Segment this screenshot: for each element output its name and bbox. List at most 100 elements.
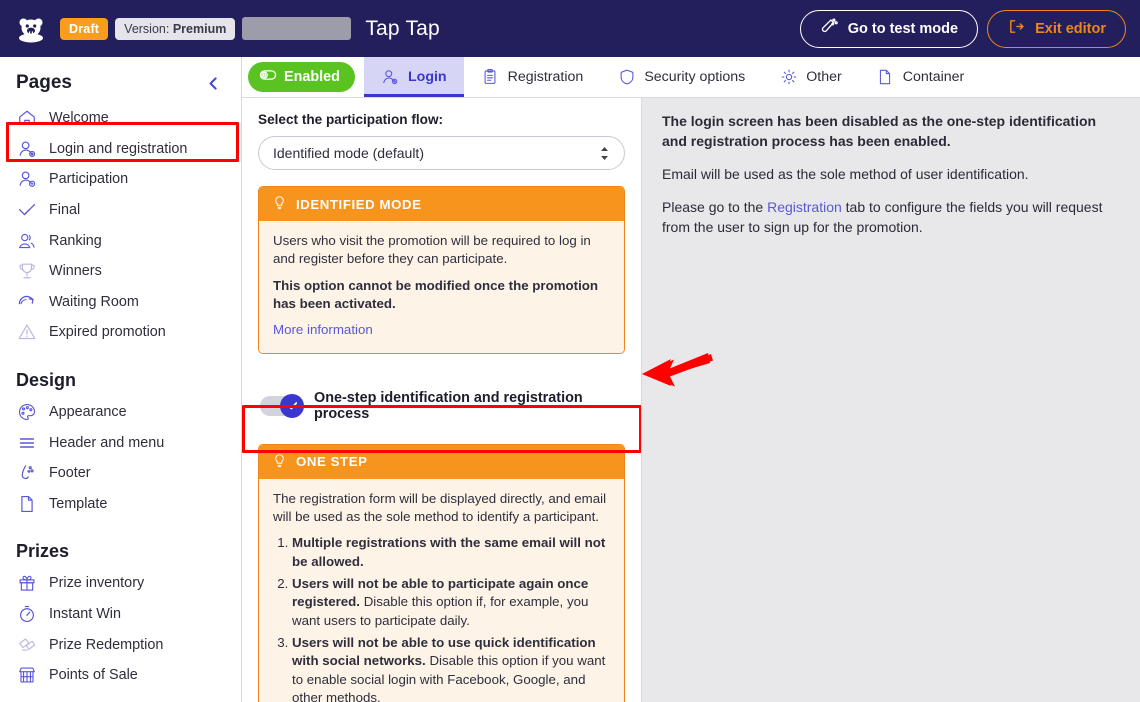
one-step-card: ONE STEP The registration form will be d… [258,443,625,702]
go-to-test-mode-label: Go to test mode [847,20,959,37]
sidebar-item-login-and-registration[interactable]: Login and registration [0,134,241,165]
sidebar-item-label: Ranking [49,232,102,249]
top-bar-actions: Go to test mode Exit editor [799,9,1126,48]
ranking-icon [16,230,38,252]
design-group-title: Design [16,369,77,390]
preview-line-3: Please go to the Registration tab to con… [662,198,1120,238]
sidebar-item-waiting-room[interactable]: Waiting Room [0,287,241,318]
tab-bar: Enabled Login Registration Security opti… [242,57,1140,98]
list-item-bold: Multiple registrations with the same ema… [292,535,606,569]
sidebar-item-label: Footer [49,465,91,482]
sidebar-item-label: Winners [49,263,102,280]
trophy-icon [16,260,38,282]
ticket-icon [16,634,38,656]
sidebar-item-appearance[interactable]: Appearance [0,397,241,428]
app-root: Draft Version: Premium Tap Tap Go to tes… [0,0,1140,702]
logout-icon [1007,17,1026,40]
sidebar-item-header-and-menu[interactable]: Header and menu [0,427,241,458]
sidebar-item-template[interactable]: Template [0,489,241,520]
exit-editor-label: Exit editor [1035,20,1106,37]
sidebar-item-points-of-sale[interactable]: Points of Sale [0,660,241,691]
preview-info-pane: The login screen has been disabled as th… [642,98,1140,702]
user-login-icon [381,68,400,87]
sidebar-header: Pages [0,71,241,95]
tab-login[interactable]: Login [363,57,464,97]
sidebar-item-label: Prize inventory [49,575,145,592]
hidden-name-field[interactable] [242,17,352,40]
toggle-knob [280,393,304,418]
more-information-link[interactable]: More information [273,322,373,337]
one-step-toggle-switch[interactable] [260,393,304,418]
check-icon [16,199,38,221]
one-step-list: Multiple registrations with the same ema… [292,534,610,702]
sidebar-item-welcome[interactable]: Welcome [0,103,241,134]
sidebar-item-label: Welcome [49,110,109,127]
sidebar: Pages Welcome Login and registration Par… [0,57,242,702]
sidebar-item-label: Prize Redemption [49,636,164,653]
sidebar-item-prize-inventory[interactable]: Prize inventory [0,568,241,599]
preview-line-2: Email will be used as the sole method of… [662,165,1029,182]
tab-label: Login [407,69,447,85]
gear-icon [779,68,798,87]
one-step-paragraph: The registration form will be displayed … [273,490,607,525]
bear-mascot-logo-icon[interactable] [14,12,48,46]
draft-badge: Draft [60,17,109,40]
enabled-label: Enabled [284,69,340,85]
enabled-toggle-button[interactable]: Enabled [248,62,355,92]
version-badge: Version: Premium [115,17,236,40]
sidebar-item-instant-win[interactable]: Instant Win [0,599,241,630]
chevron-left-icon[interactable] [201,71,225,95]
tab-registration[interactable]: Registration [464,57,601,97]
tab-label: Container [902,69,965,85]
identified-mode-paragraph: Users who visit the promotion will be re… [273,233,591,267]
go-to-test-mode-button[interactable]: Go to test mode [799,9,979,48]
participation-flow-value: Identified mode (default) [273,145,424,161]
sidebar-item-label: Expired promotion [49,324,166,341]
tab-container[interactable]: Container [859,57,982,97]
sidebar-item-label: Waiting Room [49,293,139,310]
tab-label: Security options [644,69,746,85]
sidebar-item-label: Final [49,202,81,219]
sidebar-item-footer[interactable]: Footer [0,458,241,489]
gift-icon [16,572,38,594]
identified-mode-card: IDENTIFIED MODE Users who visit the prom… [258,186,625,354]
flask-icon [820,17,839,40]
sidebar-item-ranking[interactable]: Ranking [0,225,241,256]
panes: Select the participation flow: Identifie… [242,98,1140,702]
user-login-icon [16,138,38,160]
sidebar-item-prize-redemption[interactable]: Prize Redemption [0,629,241,660]
sidebar-item-label: Login and registration [49,140,188,157]
list-item: Users will not be able to participate ag… [292,575,610,630]
exit-editor-button[interactable]: Exit editor [987,9,1126,48]
preview-info-text: The login screen has been disabled as th… [662,112,1120,237]
top-bar: Draft Version: Premium Tap Tap Go to tes… [0,0,1140,57]
one-step-card-body: The registration form will be displayed … [259,478,624,702]
one-step-toggle-row[interactable]: One-step identification and registration… [258,384,625,428]
sidebar-item-winners[interactable]: Winners [0,256,241,287]
toggle-on-icon [259,66,277,88]
warning-triangle-icon [16,321,38,343]
version-value: Premium [172,21,227,36]
tab-security-options[interactable]: Security options [600,57,762,97]
sidebar-item-label: Participation [49,171,129,188]
lightbulb-icon [272,195,287,213]
waiting-room-icon [16,291,38,313]
sidebar-item-label: Instant Win [49,606,121,623]
menu-lines-icon [16,432,38,454]
stopwatch-icon [16,603,38,625]
settings-pane: Select the participation flow: Identifie… [242,98,642,702]
participation-flow-select[interactable]: Identified mode (default) [258,136,625,170]
main-content: Enabled Login Registration Security opti… [242,57,1140,702]
tab-label: Other [806,69,842,85]
sidebar-item-label: Appearance [49,404,127,421]
identified-mode-bold-paragraph: This option cannot be modified once the … [273,277,599,312]
tab-other[interactable]: Other [762,57,858,97]
participation-flow-label: Select the participation flow: [258,112,444,127]
one-step-card-title: ONE STEP [296,454,368,470]
sidebar-item-final[interactable]: Final [0,195,241,226]
clipboard-icon [481,68,500,87]
registration-tab-link[interactable]: Registration [767,199,842,215]
sidebar-item-expired-promotion[interactable]: Expired promotion [0,317,241,348]
store-icon [16,664,38,686]
sidebar-item-participation[interactable]: Participation [0,164,241,195]
